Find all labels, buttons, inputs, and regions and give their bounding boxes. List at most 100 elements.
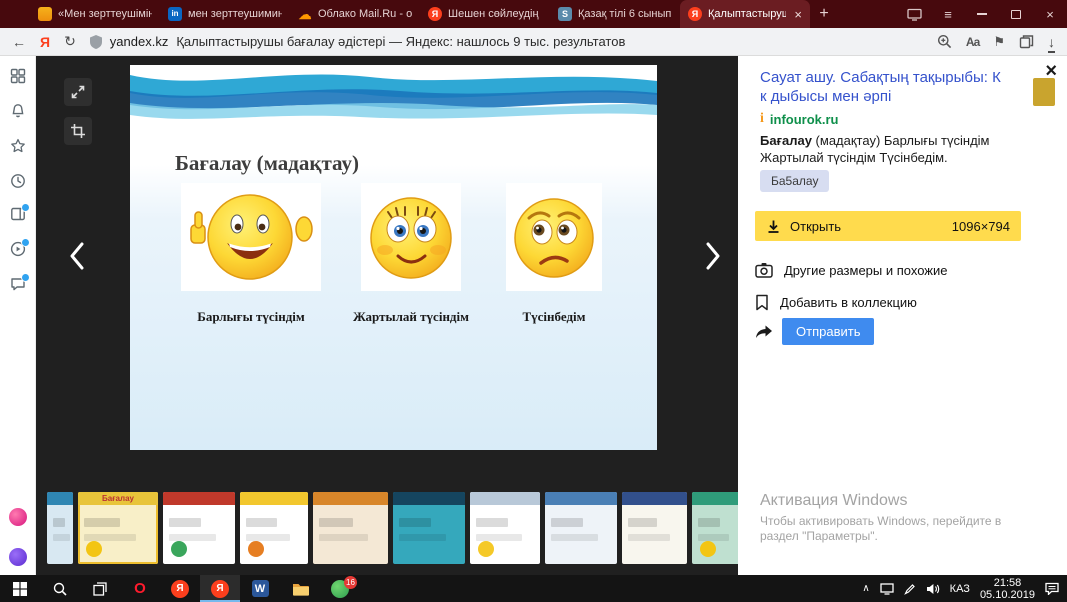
thumbnail[interactable] xyxy=(692,492,738,564)
next-image-button[interactable] xyxy=(698,238,728,274)
yandex-app-button[interactable]: Я xyxy=(160,575,200,602)
bookmarks-star-icon[interactable] xyxy=(10,138,26,154)
thumbnail[interactable] xyxy=(470,492,540,564)
thumbnail[interactable] xyxy=(393,492,465,564)
add-collection-link[interactable]: Добавить в коллекцию xyxy=(755,292,917,312)
thumb-decoration xyxy=(545,492,617,505)
thumb-decoration xyxy=(313,492,388,505)
tray-expand-icon[interactable]: ∧ xyxy=(862,583,869,594)
tableau-grid-icon[interactable] xyxy=(10,68,26,84)
task-view-icon xyxy=(93,582,107,596)
time: 21:58 xyxy=(980,577,1035,589)
file-explorer-button[interactable] xyxy=(280,575,320,602)
windows-list-icon[interactable] xyxy=(897,0,931,28)
thumbnail[interactable] xyxy=(622,492,687,564)
thumbnail[interactable] xyxy=(313,492,388,564)
tab-kalyptastyrushy-active[interactable]: Я Қалыптастырушы × xyxy=(680,0,810,28)
thumb-decoration xyxy=(246,534,290,541)
share-button[interactable]: Отправить xyxy=(782,318,874,345)
tab-linkedin[interactable]: in мен зерттеушимин xyxy=(160,0,290,28)
smiley-card xyxy=(506,183,602,291)
thumb-decoration xyxy=(53,534,70,541)
fullscreen-button[interactable] xyxy=(64,78,92,106)
yandex-home-button[interactable]: Я xyxy=(40,34,50,50)
start-button[interactable] xyxy=(0,575,40,602)
history-clock-icon[interactable] xyxy=(10,173,26,189)
tab-oblako-mailru[interactable]: ☁ Облако Mail.Ru - об xyxy=(290,0,420,28)
thumb-decoration xyxy=(476,518,508,527)
bookmark-flag-icon[interactable]: ⚑ xyxy=(993,34,1005,50)
zoom-search-icon[interactable] xyxy=(937,34,952,49)
clock[interactable]: 21:58 05.10.2019 xyxy=(980,577,1035,601)
collections-icon[interactable] xyxy=(1019,34,1034,49)
refresh-icon[interactable]: ↻ xyxy=(64,33,76,50)
orange-site-icon xyxy=(38,7,52,21)
address-bar: ← Я ↻ yandex.kz Қалыптастырушы бағалау ә… xyxy=(0,28,1067,56)
taskbar-search-button[interactable] xyxy=(40,575,80,602)
image-search-icon xyxy=(755,262,773,278)
tab-kazak-tili[interactable]: S Қазақ тілі 6 сынып. xyxy=(550,0,680,28)
menu-icon[interactable]: ≡ xyxy=(931,0,965,28)
window-close-button[interactable]: × xyxy=(1033,0,1067,28)
thumb-decoration xyxy=(393,492,465,505)
network-icon[interactable] xyxy=(880,583,894,595)
alice-assistant-icon[interactable] xyxy=(9,548,27,566)
side-panels-icon[interactable] xyxy=(10,206,26,222)
prev-image-button[interactable] xyxy=(62,238,92,274)
video-play-icon[interactable] xyxy=(10,241,26,257)
notifications-bell-icon[interactable] xyxy=(10,103,26,119)
open-button[interactable]: Открыть 1096×794 xyxy=(755,211,1021,241)
task-view-button[interactable] xyxy=(80,575,120,602)
url-field[interactable]: yandex.kz Қалыптастырушы бағалау әдістер… xyxy=(90,28,1005,56)
tab-men-zertteushimin[interactable]: «Мен зерттеушімін» xyxy=(30,0,160,28)
yandex-browser-active-button[interactable]: Я xyxy=(200,575,240,602)
tab-sheshen-soyleu[interactable]: Я Шешен сөйлеудің қ xyxy=(420,0,550,28)
smiley-cute-icon xyxy=(364,190,459,285)
content-area: Бағалау (мадақтау) xyxy=(0,56,1067,575)
mood-label: Барлығы түсіндім xyxy=(172,309,330,325)
thumb-decoration xyxy=(399,534,446,541)
thumbnail[interactable] xyxy=(47,492,73,564)
opera-app-button[interactable]: O xyxy=(120,575,160,602)
downloads-icon[interactable]: ↓ xyxy=(1048,34,1055,50)
mood-half: Жартылай түсіндім xyxy=(352,183,470,325)
browser-sidebar xyxy=(0,56,36,575)
thumbnail-selected[interactable]: Бағалау xyxy=(78,492,158,564)
activation-title: Активация Windows xyxy=(760,492,1022,510)
messenger-app-button[interactable]: 16 xyxy=(320,575,360,602)
minimize-button[interactable] xyxy=(965,0,999,28)
thumb-decoration xyxy=(551,534,598,541)
action-center-icon[interactable] xyxy=(1045,582,1059,595)
thumbnail[interactable] xyxy=(163,492,235,564)
description: Бағалау (мадақтау) Барлығы түсіндім Жарт… xyxy=(760,132,1010,166)
thumb-decoration xyxy=(700,541,716,557)
translate-icon[interactable]: Аа xyxy=(966,35,980,49)
result-title-link[interactable]: Сауат ашу. Сабақтың тақырыбы: К к дыбысы… xyxy=(760,68,1005,106)
crop-button[interactable] xyxy=(64,117,92,145)
slide-image[interactable]: Бағалау (мадақтау) xyxy=(130,65,657,450)
source-row[interactable]: i infourok.ru xyxy=(760,111,839,127)
back-icon[interactable]: ← xyxy=(12,34,26,50)
tag-chip[interactable]: Ба5алау xyxy=(760,170,829,192)
pen-icon[interactable] xyxy=(904,583,916,595)
related-thumbnail[interactable] xyxy=(1033,78,1055,106)
new-tab-button[interactable]: + xyxy=(810,0,838,28)
volume-icon[interactable] xyxy=(926,583,940,595)
word-app-button[interactable]: W xyxy=(240,575,280,602)
thumbnail[interactable] xyxy=(545,492,617,564)
thumb-decoration xyxy=(551,518,583,527)
maximize-button[interactable] xyxy=(999,0,1033,28)
share-row: Отправить xyxy=(755,318,874,345)
thumbnail[interactable] xyxy=(240,492,308,564)
system-tray: ∧ КАЗ 21:58 05.10.2019 xyxy=(862,575,1067,602)
mood-happy: Барлығы түсіндім xyxy=(172,183,330,325)
language-indicator[interactable]: КАЗ xyxy=(950,583,970,595)
other-sizes-link[interactable]: Другие размеры и похожие xyxy=(755,260,947,280)
date: 05.10.2019 xyxy=(980,589,1035,601)
window-controls: ≡ × xyxy=(897,0,1067,28)
tab-close-icon[interactable]: × xyxy=(794,7,802,22)
services-pink-icon[interactable] xyxy=(9,508,27,526)
thumb-decoration xyxy=(476,534,522,541)
messenger-chat-icon[interactable] xyxy=(10,276,26,292)
windows-taskbar: O Я Я W 16 ∧ КАЗ 21:58 05.10.2019 xyxy=(0,575,1067,602)
